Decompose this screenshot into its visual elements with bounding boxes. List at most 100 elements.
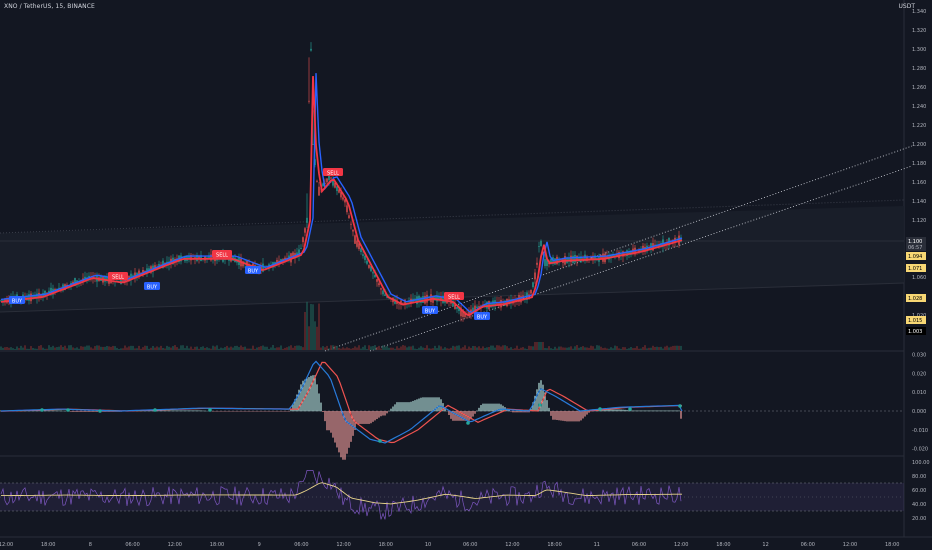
volume-bar (654, 347, 656, 350)
symbol-title[interactable]: XNO / TetherUS, 15, BINANCE (4, 3, 95, 10)
volume-bar (350, 348, 352, 350)
volume-bar (428, 348, 430, 350)
volume-bar (270, 347, 272, 350)
volume-bar (424, 347, 426, 350)
volume-bar (494, 347, 496, 350)
candle-body (302, 237, 304, 243)
volume-bar (90, 347, 92, 350)
volume-bar (140, 348, 142, 350)
rsi-tick-label: 20.00 (912, 516, 926, 522)
volume-bar (452, 345, 454, 350)
volume-bar (294, 345, 296, 350)
macd-hist-bar (432, 397, 434, 412)
macd-hist-bar (408, 402, 410, 412)
macd-hist-bar (664, 410, 666, 412)
volume-bar (96, 345, 98, 350)
signal-text: SELL (112, 274, 124, 280)
chart-canvas[interactable]: BUYSELLBUYSELLBUYSELLBUYSELLBUY1.3401.32… (0, 0, 932, 550)
price-marker-text: 1.028 (908, 296, 922, 302)
time-tick-label: 06:00 (294, 542, 308, 548)
macd-hist-bar (634, 410, 636, 412)
macd-hist-bar (422, 397, 424, 412)
macd-hist-bar (430, 397, 432, 412)
volume-bar (2, 347, 4, 350)
volume-bar (64, 345, 66, 350)
volume-bar (652, 345, 654, 350)
volume-bar (630, 347, 632, 350)
macd-hist-bar (658, 410, 660, 412)
volume-bar (174, 345, 176, 350)
volume-bar (0, 346, 2, 350)
volume-bar (330, 345, 332, 350)
volume-bar (344, 348, 346, 350)
price-marker-label: 1.071 (906, 264, 926, 272)
signal-text: SELL (448, 294, 460, 300)
macd-hist-bar (194, 410, 196, 412)
volume-bar (266, 346, 268, 350)
time-tick-label: 18:00 (716, 542, 730, 548)
volume-bar (570, 346, 572, 350)
macd-hist-bar (176, 410, 178, 412)
volume-bar (626, 348, 628, 350)
macd-hist-bar (428, 397, 430, 412)
volume-bar (578, 347, 580, 350)
macd-hist-bar (468, 411, 470, 421)
volume-bar (94, 346, 96, 350)
volume-bar (86, 345, 88, 350)
volume-bar (524, 348, 526, 350)
volume-bar (216, 345, 218, 350)
volume-bar (18, 348, 20, 350)
volume-bar (478, 346, 480, 350)
candle-body (368, 264, 370, 268)
volume-bar (110, 346, 112, 350)
volume-bar (4, 347, 6, 350)
volume-bar (170, 347, 172, 350)
volume-bar (642, 346, 644, 350)
volume-bar (536, 342, 538, 350)
volume-bar (298, 345, 300, 350)
volume-bar (522, 347, 524, 350)
macd-hist-bar (324, 411, 326, 422)
volume-bar (606, 348, 608, 350)
volume-bar (12, 348, 14, 350)
volume-bar (674, 345, 676, 350)
volume-bar (488, 346, 490, 350)
price-tick-label: 1.180 (912, 161, 926, 167)
volume-bar (454, 346, 456, 350)
macd-hist-bar (320, 402, 322, 412)
macd-hist-bar (204, 410, 206, 412)
volume-bar (212, 345, 214, 350)
macd-hist-bar (376, 411, 378, 420)
volume-bar (318, 303, 320, 350)
macd-hist-bar (318, 393, 320, 412)
macd-hist-bar (668, 410, 670, 412)
volume-bar (230, 346, 232, 350)
time-tick-label: 12:00 (674, 542, 688, 548)
volume-bar (262, 345, 264, 350)
price-tick-label: 1.260 (912, 85, 926, 91)
volume-bar (600, 346, 602, 350)
candle-body (536, 262, 538, 265)
volume-bar (572, 348, 574, 350)
volume-bar (208, 348, 210, 350)
volume-bar (280, 345, 282, 350)
macd-hist-bar (670, 410, 672, 412)
volume-bar (598, 345, 600, 350)
volume-bar (678, 345, 680, 350)
volume-bar (582, 346, 584, 350)
volume-bar (312, 304, 314, 350)
volume-bar (596, 345, 598, 350)
macd-hist-bar (620, 409, 622, 412)
macd-hist-bar (314, 375, 316, 412)
time-tick-label: 18:00 (379, 542, 393, 548)
macd-hist-bar (394, 404, 396, 412)
macd-tick-label: 0.000 (912, 409, 926, 415)
macd-hist-bar (420, 397, 422, 412)
volume-bar (628, 348, 630, 350)
price-axis: 1.3401.3201.3001.2801.2601.2401.2201.200… (906, 9, 926, 335)
time-tick-label: 8 (89, 542, 92, 548)
volume-bar (126, 347, 128, 350)
volume-bar (82, 346, 84, 350)
volume-bar (316, 326, 318, 350)
volume-bar (448, 348, 450, 350)
